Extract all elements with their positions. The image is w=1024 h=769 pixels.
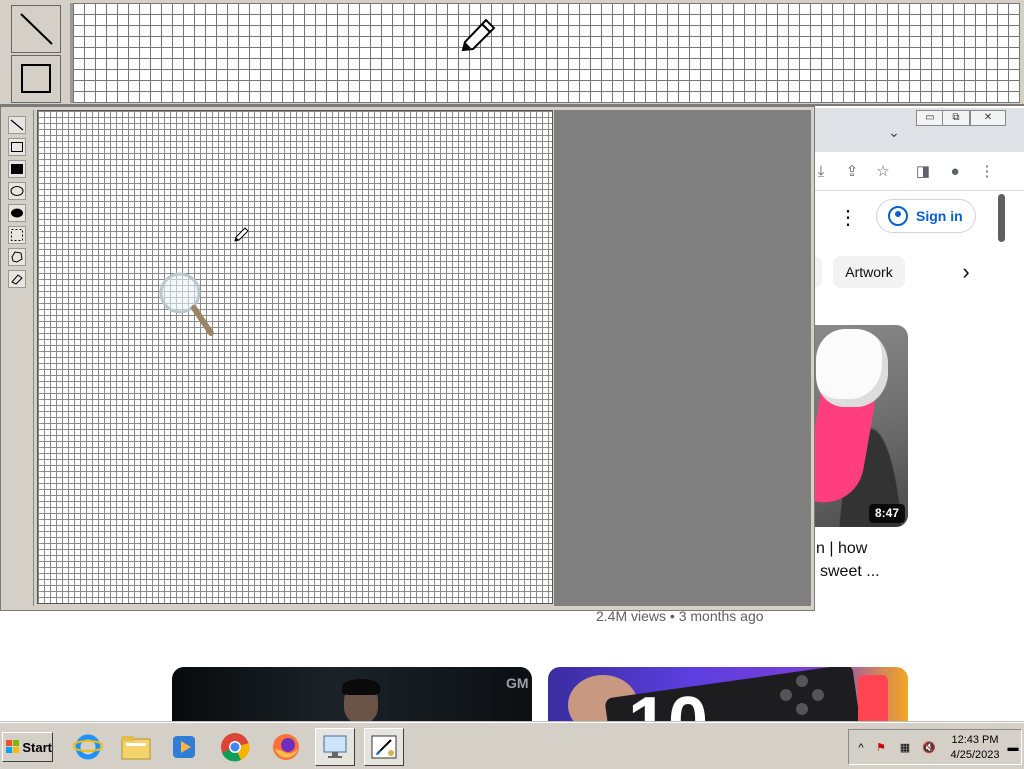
- pencil-cursor-icon: [234, 227, 249, 242]
- thumbnail-graphic: [778, 675, 828, 721]
- restore-button[interactable]: ⧉: [942, 110, 970, 126]
- menu-dots-icon[interactable]: ⋮: [976, 161, 998, 183]
- rectangle-tool-icon[interactable]: [8, 138, 26, 156]
- thumbnail-graphic: [858, 675, 888, 727]
- chevron-right-icon[interactable]: ›: [955, 258, 977, 286]
- magnifier-panel: [0, 0, 1024, 106]
- zoom-tool-box: [3, 3, 65, 103]
- eraser-tool-icon[interactable]: [8, 270, 26, 288]
- filled-ellipse-tool-icon[interactable]: [8, 204, 26, 222]
- show-hidden-icons-button[interactable]: ^: [853, 740, 869, 756]
- close-button[interactable]: ✕: [970, 110, 1006, 126]
- video-thumbnail[interactable]: [814, 325, 908, 527]
- star-icon[interactable]: ☆: [872, 161, 894, 183]
- side-panel-icon[interactable]: ◨: [912, 161, 934, 183]
- tool-box: [2, 110, 34, 606]
- file-explorer-icon[interactable]: [116, 728, 156, 766]
- canvas-workspace: [554, 110, 811, 606]
- sign-in-label: Sign in: [916, 208, 963, 224]
- network-icon[interactable]: ▦: [897, 740, 913, 756]
- line-tool-icon[interactable]: [11, 5, 61, 53]
- paint-icon[interactable]: [364, 728, 404, 766]
- remote-desktop-icon[interactable]: [315, 728, 355, 766]
- media-player-icon[interactable]: [164, 728, 204, 766]
- start-label: Start: [22, 739, 52, 755]
- chip[interactable]: [814, 256, 822, 288]
- clock-time[interactable]: 12:43 PM: [949, 734, 1001, 746]
- line-tool-icon[interactable]: [8, 116, 26, 134]
- chip-artwork[interactable]: Artwork: [833, 256, 905, 288]
- account-icon: [888, 206, 908, 226]
- show-desktop-icon[interactable]: ▬: [1005, 740, 1021, 756]
- video-thumbnail[interactable]: GM: [172, 667, 532, 727]
- profile-icon[interactable]: ●: [944, 161, 966, 183]
- filled-rectangle-tool-icon[interactable]: [8, 160, 26, 178]
- ellipse-tool-icon[interactable]: [8, 182, 26, 200]
- internet-explorer-icon[interactable]: [68, 728, 108, 766]
- magnifier-icon: [159, 272, 214, 336]
- video-duration-badge: 8:47: [869, 504, 905, 523]
- thumbnail-graphic: [816, 329, 888, 407]
- magnified-canvas[interactable]: [70, 3, 1020, 103]
- firefox-icon[interactable]: [266, 728, 306, 766]
- action-center-icon[interactable]: ⚑: [873, 740, 889, 756]
- share-icon[interactable]: ⇪: [841, 161, 863, 183]
- clock-date[interactable]: 4/25/2023: [945, 749, 1005, 761]
- rectangle-tool-icon[interactable]: [11, 55, 61, 103]
- system-tray: ^ ⚑ ▦ 🔇 12:43 PM 4/25/2023 ▬: [848, 729, 1022, 765]
- sign-in-button[interactable]: Sign in: [876, 199, 976, 233]
- scrollbar-thumb[interactable]: [998, 194, 1005, 242]
- thumbnail-text: 10: [628, 683, 709, 727]
- minimize-button[interactable]: ▭: [916, 110, 944, 126]
- video-title[interactable]: sweet ...: [820, 563, 880, 581]
- chevron-down-icon[interactable]: ⌄: [884, 124, 904, 144]
- paint-window: [0, 106, 815, 611]
- select-tool-icon[interactable]: [8, 226, 26, 244]
- channel-watermark: GM: [506, 675, 529, 691]
- lasso-tool-icon[interactable]: [8, 248, 26, 266]
- more-options-icon[interactable]: ⋮: [838, 206, 858, 230]
- chrome-icon[interactable]: [215, 728, 255, 766]
- video-thumbnail[interactable]: 10: [548, 667, 908, 727]
- taskbar: Start ^ ⚑ ▦ 🔇 12:43 PM 4/25/2023 ▬: [0, 722, 1024, 769]
- video-title[interactable]: n | how: [816, 540, 867, 558]
- drawing-canvas[interactable]: [37, 110, 553, 604]
- windows-logo-icon: [6, 740, 19, 753]
- volume-muted-icon[interactable]: 🔇: [921, 740, 937, 756]
- start-button[interactable]: Start: [2, 732, 53, 762]
- pencil-icon: [461, 18, 496, 52]
- thumbnail-graphic: [342, 679, 380, 695]
